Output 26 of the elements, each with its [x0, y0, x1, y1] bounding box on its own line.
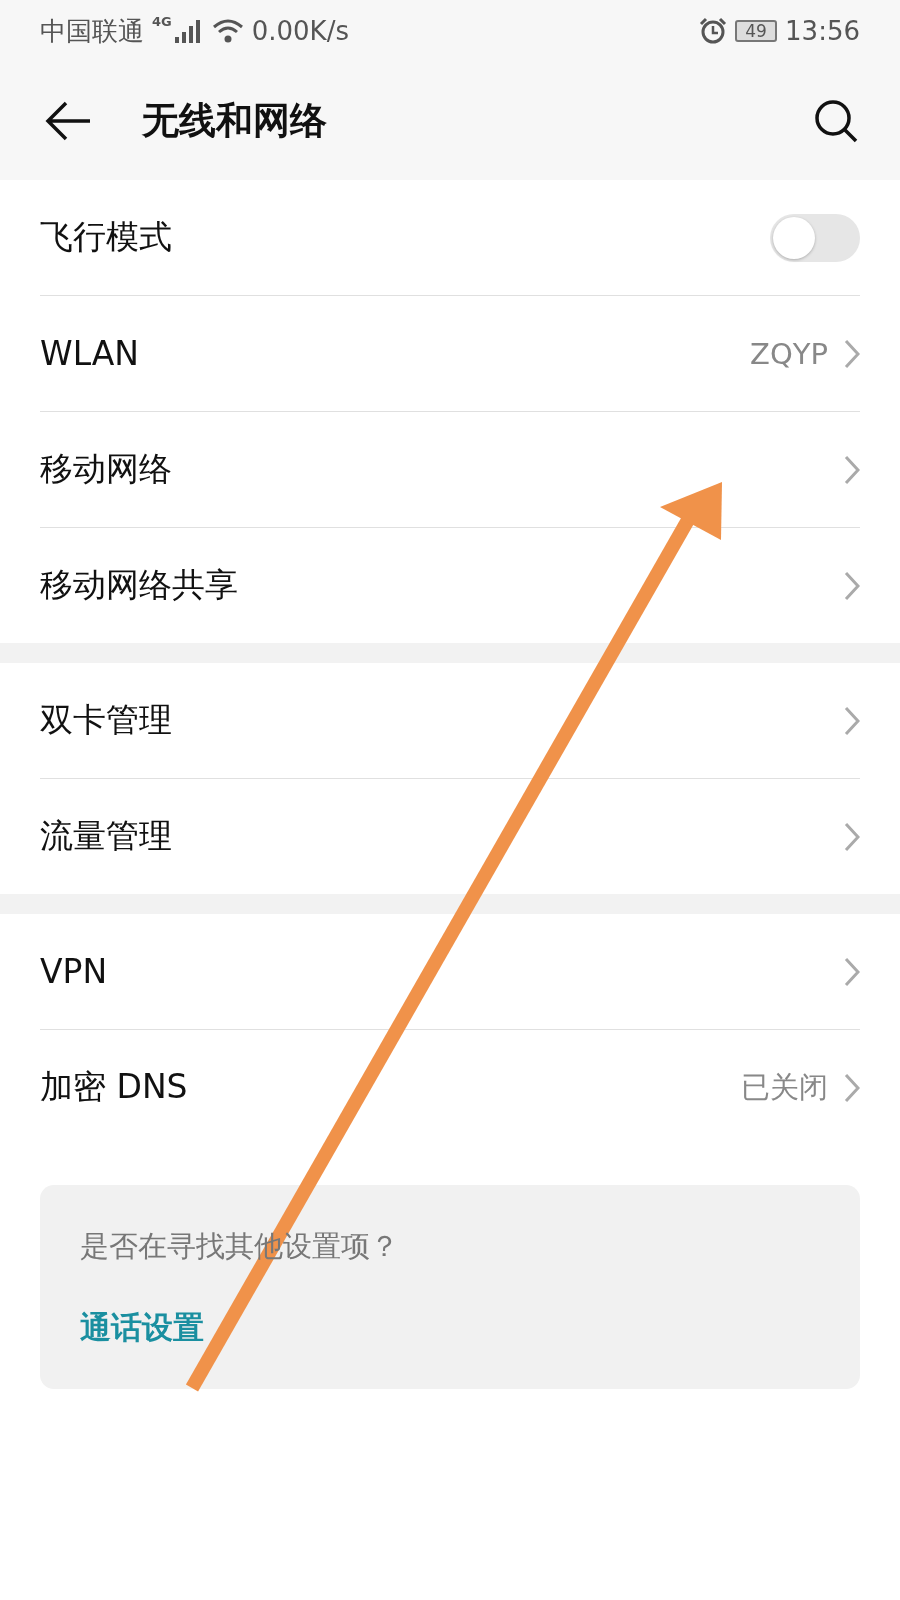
chevron-icon	[844, 705, 860, 736]
carrier-name: 中国联通	[40, 14, 144, 48]
setting-label[interactable]: 加密 DNS	[40, 1065, 741, 1110]
setting-label[interactable]: 流量管理	[40, 814, 844, 859]
alarm-icon	[699, 17, 728, 45]
setting-label[interactable]: 飞行模式	[40, 215, 770, 260]
chevron-icon	[844, 338, 860, 369]
airplane-toggle[interactable]	[770, 213, 860, 262]
setting-label[interactable]: WLAN	[40, 334, 751, 373]
setting-value: ZQYP	[750, 336, 828, 371]
battery-level: 49	[735, 20, 778, 42]
search-button[interactable]	[812, 97, 860, 145]
clock-time: 13:56	[785, 16, 860, 46]
chevron-icon	[844, 821, 860, 852]
network-speed: 0.00K/s	[251, 16, 349, 46]
setting-label[interactable]: 移动网络共享	[40, 563, 844, 608]
page-title: 无线和网络	[142, 98, 328, 144]
chevron-icon	[844, 454, 860, 485]
setting-label[interactable]: 移动网络	[40, 447, 844, 492]
wifi-icon	[211, 18, 244, 44]
setting-label[interactable]: 双卡管理	[40, 698, 844, 743]
back-button[interactable]	[44, 101, 92, 141]
setting-value: 已关闭	[741, 1068, 828, 1106]
network-type: 4G	[152, 14, 172, 29]
chevron-icon	[844, 570, 860, 601]
setting-label[interactable]: VPN	[40, 952, 844, 991]
